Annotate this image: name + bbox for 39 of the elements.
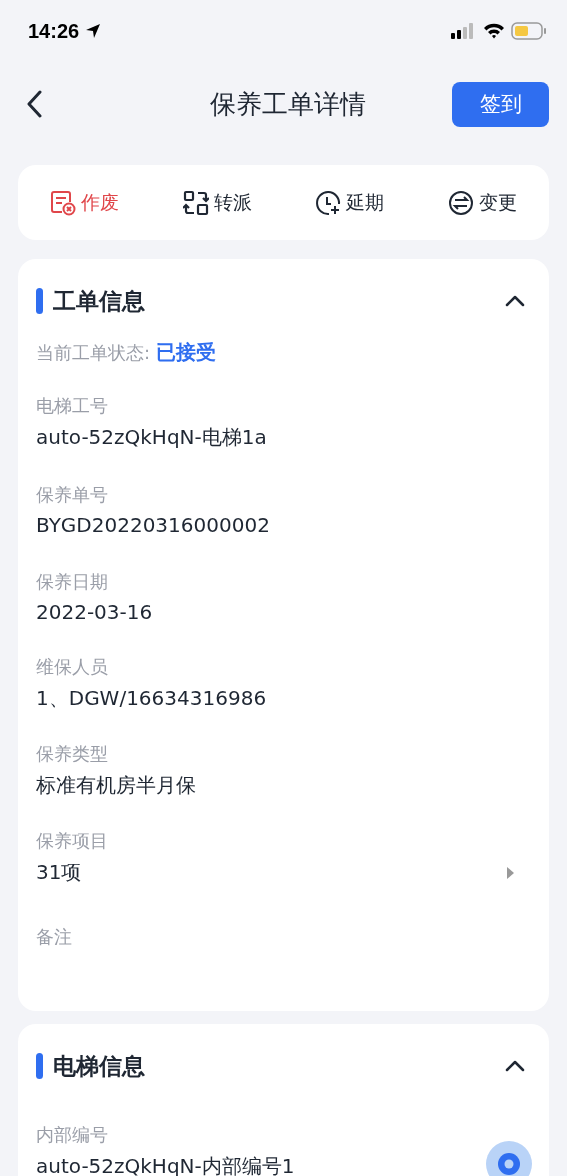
section-marker [36,288,43,314]
action-button[interactable]: 延期 [311,185,389,220]
field-label: 保养项目 [36,829,109,853]
page-title: 保养工单详情 [208,87,367,121]
status-value: 已接受 [156,339,217,366]
action-button[interactable]: 变更 [444,185,522,220]
chevron-icon[interactable] [505,1060,525,1072]
location-button[interactable] [486,1141,532,1176]
wifi-icon [483,23,505,39]
field-value: BYGD20220316000002 [36,512,270,537]
battery-icon [511,22,547,40]
location-arrow-icon [85,23,102,39]
caret-right-icon[interactable] [506,865,515,880]
field-value: 1、DGW/16634316986 [36,685,267,712]
field-value: 2022-03-16 [36,599,153,624]
swap-squares-icon [182,189,209,216]
status-time: 14:26 [28,19,80,43]
exchange-circle-icon [448,189,475,216]
field-label: 保养类型 [36,742,109,766]
field-label: 当前工单状态: [36,341,151,365]
section-marker [36,1053,43,1079]
section-title: 电梯信息 [53,1051,145,1081]
document-cross-icon [49,189,76,216]
action-button[interactable]: 转派 [178,185,256,220]
field-value: 标准有机房半月保 [36,772,196,799]
field-label: 保养单号 [36,482,109,507]
back-icon[interactable] [26,90,42,118]
clock-plus-icon [315,189,342,216]
action-button[interactable]: 作废 [45,185,123,220]
field-value[interactable]: 31项 [36,859,82,886]
field-value: auto-52zQkHqN-电梯1a [36,424,267,451]
field-label: 电梯工号 [36,394,109,418]
section-title: 工单信息 [53,286,145,316]
field-label: 保养日期 [36,569,109,594]
field-label: 维保人员 [36,655,109,679]
field-label: 备注 [36,925,73,949]
field-label: 内部编号 [36,1123,109,1147]
check-in-button[interactable]: 签到 [452,81,549,127]
chevron-icon[interactable] [505,295,525,307]
